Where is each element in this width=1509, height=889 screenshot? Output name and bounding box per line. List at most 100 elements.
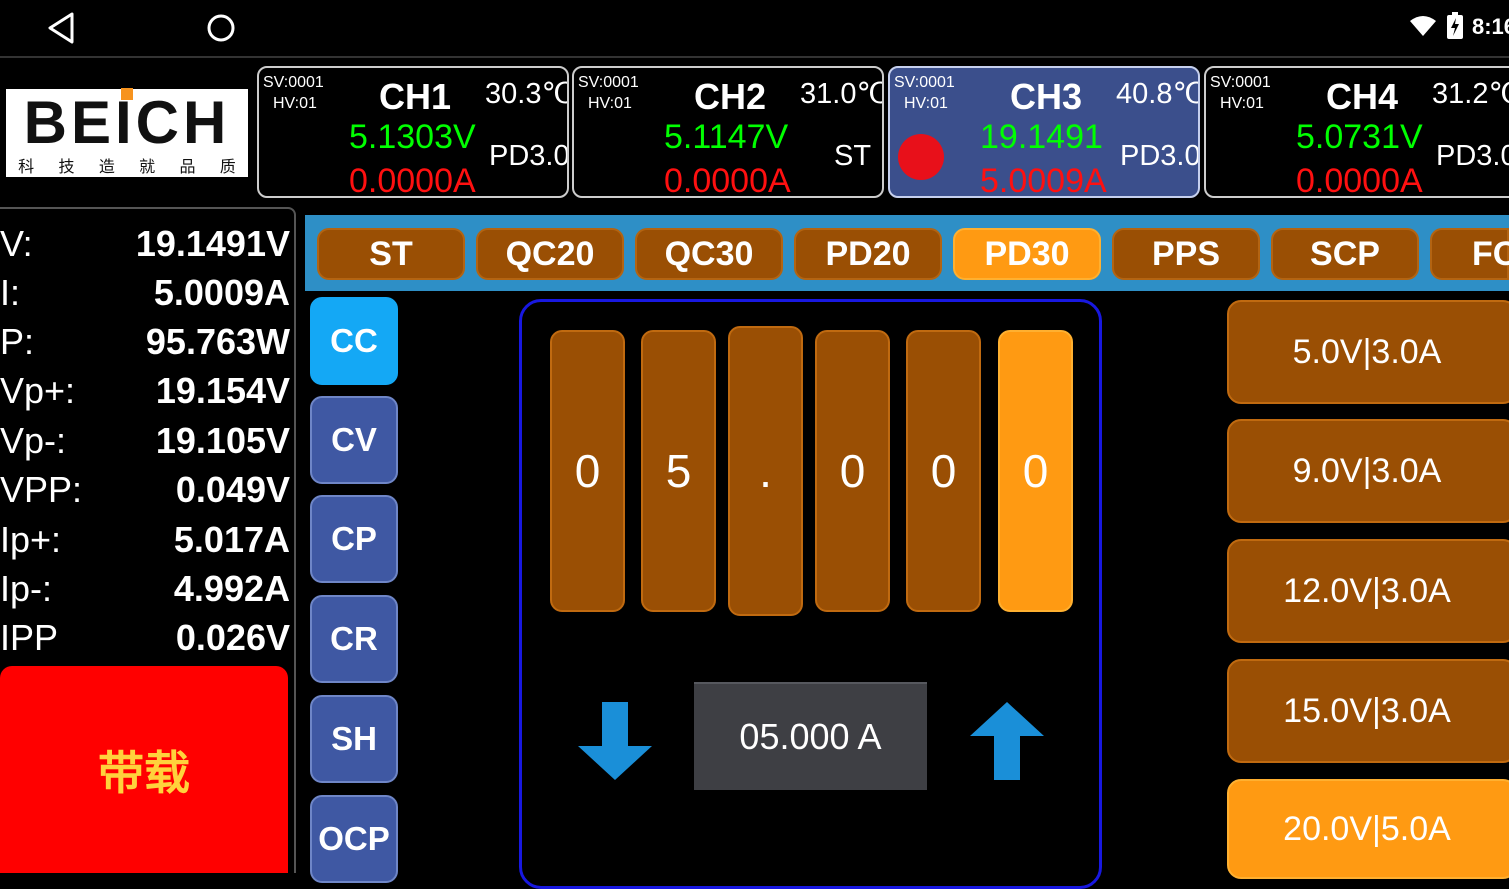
reading-vp-plus: Vp+: 19.154V: [0, 366, 290, 416]
wifi-icon: [1410, 16, 1436, 36]
logo-tagline-char: 科: [18, 159, 35, 176]
channel-voltage: 5.1147V: [664, 118, 789, 156]
tab-st[interactable]: ST: [317, 228, 465, 280]
reading-vp-minus: Vp-: 19.105V: [0, 416, 290, 466]
logo-tagline-char: 品: [179, 159, 196, 176]
channel-hv: HV:01: [904, 95, 948, 112]
reading-value: 5.017A: [173, 519, 290, 560]
channel-current: 5.0009A: [980, 162, 1107, 198]
channel-sv: SV:0001: [894, 74, 955, 91]
reading-value: 4.992A: [173, 568, 290, 609]
channel-sv: SV:0001: [263, 74, 324, 91]
channel-voltage: 5.1303V: [349, 118, 476, 156]
tab-pd30[interactable]: PD30: [953, 228, 1101, 280]
preset-button[interactable]: 5.0V|3.0A: [1227, 300, 1509, 404]
recording-dot-icon: [898, 134, 944, 180]
channel-temperature: 31.2℃: [1432, 78, 1509, 110]
mode-cv-button[interactable]: CV: [310, 396, 398, 484]
tab-pd20[interactable]: PD20: [794, 228, 942, 280]
reading-power: P: 95.763W: [0, 317, 290, 367]
status-divider: [0, 56, 1509, 58]
tab-qc30[interactable]: QC30: [635, 228, 783, 280]
tab-fc[interactable]: FC: [1430, 228, 1509, 280]
reading-value: 5.0009A: [153, 272, 290, 313]
channel-hv: HV:01: [273, 95, 317, 112]
setpoint-display: 05.000 A: [694, 682, 927, 790]
mode-cp-button[interactable]: CP: [310, 495, 398, 583]
tab-scp[interactable]: SCP: [1271, 228, 1419, 280]
preset-button[interactable]: 12.0V|3.0A: [1227, 539, 1509, 643]
digit-wheel[interactable]: 0: [815, 330, 890, 612]
arrow-up-icon[interactable]: [968, 700, 1046, 782]
reading-label: V:: [0, 223, 33, 264]
reading-label: Ip-:: [0, 568, 53, 609]
reading-voltage: V: 19.1491V: [0, 219, 290, 269]
mode-cr-button[interactable]: CR: [310, 595, 398, 683]
reading-ip-plus: Ip+: 5.017A: [0, 515, 290, 565]
brand-logo: BEICH 科 技 造 就 品 质: [6, 88, 248, 177]
logo-accent-dot: [121, 88, 133, 100]
mode-ocp-button[interactable]: OCP: [310, 795, 398, 883]
digit-wheel[interactable]: 5: [641, 330, 716, 612]
channel-temperature: 40.8℃: [1116, 78, 1200, 110]
channel-voltage: 19.1491: [980, 118, 1103, 156]
channel-protocol: ST: [834, 140, 872, 172]
channel-name: CH1: [379, 76, 452, 117]
channel-current: 0.0000A: [349, 162, 476, 198]
channel-temperature: 30.3℃: [485, 78, 569, 110]
channel-hv: HV:01: [588, 95, 632, 112]
arrow-down-icon[interactable]: [576, 700, 654, 782]
digit-wheel[interactable]: 0: [906, 330, 981, 612]
reading-value: 19.154V: [155, 370, 290, 411]
digit-wheel[interactable]: 0: [550, 330, 625, 612]
reading-value: 19.105V: [155, 420, 290, 461]
channel-current: 0.0000A: [664, 162, 791, 198]
preset-button[interactable]: 9.0V|3.0A: [1227, 419, 1509, 523]
reading-label: IPP: [0, 617, 59, 658]
channel-voltage: 5.0731V: [1296, 118, 1423, 156]
load-button-label: 带载: [98, 746, 190, 799]
reading-label: P:: [0, 321, 35, 362]
reading-vpp: VPP: 0.049V: [0, 465, 290, 515]
tab-qc20[interactable]: QC20: [476, 228, 624, 280]
preset-button[interactable]: 15.0V|3.0A: [1227, 659, 1509, 763]
channel-current: 0.0000A: [1296, 162, 1423, 198]
channel-card-ch3[interactable]: SV:0001 HV:01 CH3 40.8℃ 19.1491 5.0009A …: [888, 66, 1200, 198]
reading-label: Vp-:: [0, 420, 67, 461]
channel-card-ch2[interactable]: SV:0001 HV:01 CH2 31.0℃ 5.1147V 0.0000A …: [572, 66, 884, 198]
channel-temperature: 31.0℃: [800, 78, 884, 110]
reading-label: VPP:: [0, 469, 83, 510]
channel-protocol: PD3.0: [1120, 140, 1200, 172]
mode-sh-button[interactable]: SH: [310, 695, 398, 783]
reading-value: 95.763W: [145, 321, 290, 362]
channel-name: CH2: [694, 76, 767, 117]
channel-card-ch4[interactable]: SV:0001 HV:01 CH4 31.2℃ 5.0731V 0.0000A …: [1204, 66, 1509, 198]
channel-name: CH3: [1010, 76, 1083, 117]
logo-tagline-char: 造: [98, 159, 115, 176]
reading-label: Ip+:: [0, 519, 62, 560]
logo-tagline-char: 质: [219, 159, 236, 176]
channel-card-ch1[interactable]: SV:0001 HV:01 CH1 30.3℃ 5.1303V 0.0000A …: [257, 66, 569, 198]
reading-value: 0.049V: [175, 469, 290, 510]
logo-tagline-char: 技: [58, 159, 75, 176]
back-triangle-icon[interactable]: [44, 10, 78, 46]
channel-sv: SV:0001: [1210, 74, 1271, 91]
channel-name: CH4: [1326, 76, 1399, 117]
reading-ip-minus: Ip-: 4.992A: [0, 564, 290, 614]
preset-button-selected[interactable]: 20.0V|5.0A: [1227, 779, 1509, 879]
channel-sv: SV:0001: [578, 74, 639, 91]
tab-pps[interactable]: PPS: [1112, 228, 1260, 280]
reading-label: Vp+:: [0, 370, 76, 411]
reading-value: 0.026V: [175, 617, 290, 658]
digit-wheel-selected[interactable]: 0: [998, 330, 1073, 612]
logo-tagline: 科 技 造 就 品 质: [6, 153, 248, 176]
reading-value: 19.1491V: [135, 223, 290, 264]
channel-protocol: PD3.0: [1436, 140, 1509, 172]
mode-cc-button[interactable]: CC: [310, 297, 398, 385]
home-circle-icon[interactable]: [204, 11, 238, 45]
channel-protocol: PD3.0: [489, 140, 569, 172]
channel-hv: HV:01: [1220, 95, 1264, 112]
battery-charging-icon: [1447, 12, 1463, 39]
load-button[interactable]: 带载: [0, 666, 288, 873]
logo-tagline-char: 就: [139, 159, 156, 176]
